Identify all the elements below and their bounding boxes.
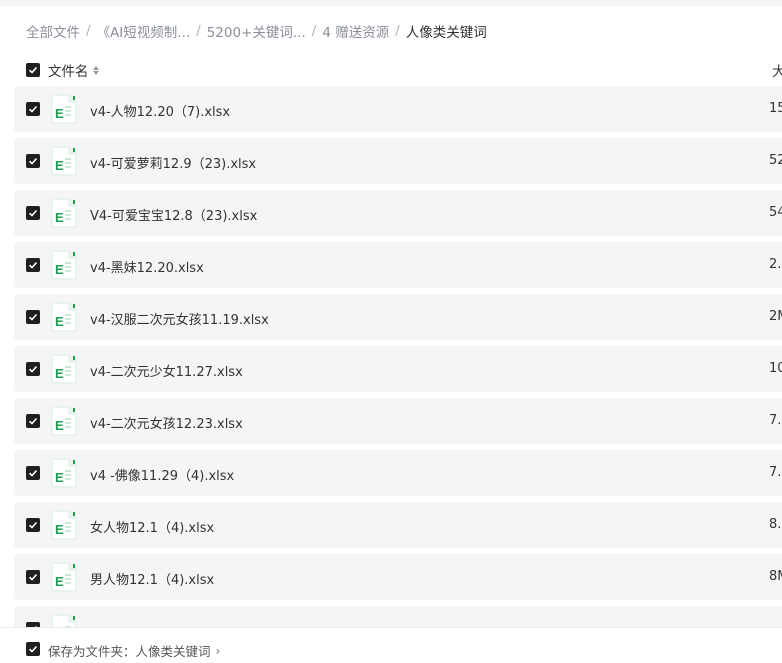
excel-file-icon: E — [51, 146, 77, 176]
size-column-header[interactable]: 大 — [772, 60, 782, 80]
breadcrumb-separator: / — [311, 23, 317, 39]
name-column-header[interactable]: 文件名 — [48, 60, 89, 80]
excel-file-icon: E — [51, 510, 77, 540]
file-name[interactable]: v4-人物12.20（7).xlsx — [90, 101, 230, 120]
excel-file-icon: E — [51, 406, 77, 436]
excel-file-icon: E — [51, 458, 77, 488]
check-icon — [28, 365, 38, 373]
footer-bar: 保存为文件夹：人像类关键词 › — [0, 627, 782, 663]
excel-file-icon: E — [51, 94, 77, 124]
check-icon — [28, 66, 38, 74]
file-checkbox[interactable] — [26, 258, 40, 272]
file-name[interactable]: 女人物12.1（4).xlsx — [90, 517, 214, 536]
chevron-right-icon: › — [215, 643, 221, 658]
breadcrumb-current: 人像类关键词 — [405, 25, 487, 41]
file-row[interactable]: E 男人物12.1（4).xlsx 8M — [14, 554, 782, 600]
check-icon — [28, 573, 38, 581]
file-size: 10 — [769, 361, 782, 376]
select-all-checkbox[interactable] — [26, 63, 40, 77]
file-size: 15 — [769, 101, 782, 116]
breadcrumb-item-keywords[interactable]: 5200+关键词... — [207, 21, 306, 41]
file-row[interactable]: E V4-可爱宝宝12.8（23).xlsx 54 — [14, 190, 782, 236]
file-checkbox[interactable] — [26, 570, 40, 584]
file-row[interactable]: Ev4 -佛像11.29（4).xlsx 7.3 — [14, 450, 782, 496]
file-row[interactable]: Ev4-人物12.20（7).xlsx 15 — [14, 86, 782, 132]
svg-text:E: E — [55, 470, 64, 485]
check-icon — [28, 261, 38, 269]
breadcrumb-item-course[interactable]: 《AI短视频制... — [97, 21, 191, 41]
file-name[interactable]: 男人物12.1（4).xlsx — [90, 569, 214, 588]
list-header: 文件名 大 — [26, 60, 782, 80]
file-checkbox[interactable] — [26, 466, 40, 480]
excel-file-icon: E — [51, 562, 77, 592]
svg-text:E: E — [55, 158, 64, 173]
svg-text:E: E — [55, 210, 64, 225]
svg-text:E: E — [55, 366, 64, 381]
excel-file-icon: E — [51, 354, 77, 384]
file-size: 8.9 — [769, 517, 782, 532]
breadcrumb-separator: / — [86, 23, 91, 39]
excel-file-icon: E — [51, 302, 77, 332]
check-icon — [28, 105, 38, 113]
file-checkbox[interactable] — [26, 310, 40, 324]
excel-file-icon: E — [51, 250, 77, 280]
file-row[interactable]: Ev4-二次元女孩12.23.xlsx 7.9 — [14, 398, 782, 444]
svg-text:E: E — [55, 106, 64, 121]
breadcrumb-item-bonus[interactable]: 4 赠送资源 — [322, 21, 389, 41]
file-name[interactable]: v4-二次元女孩12.23.xlsx — [90, 413, 243, 432]
save-as-folder-label: 保存为文件夹：人像类关键词 — [48, 644, 211, 659]
breadcrumb-item-all-files[interactable]: 全部文件 — [26, 21, 80, 41]
file-size: 2.2 — [769, 257, 782, 272]
file-name[interactable]: V4-可爱宝宝12.8（23).xlsx — [90, 205, 257, 224]
breadcrumb-separator: / — [395, 23, 400, 39]
file-name[interactable]: v4 -佛像11.29（4).xlsx — [90, 465, 234, 484]
check-icon — [28, 417, 38, 425]
file-row[interactable]: Ev4-可爱萝莉12.9（23).xlsx 52 — [14, 138, 782, 184]
file-row[interactable]: Ev4-汉服二次元女孩11.19.xlsx 2M — [14, 294, 782, 340]
top-strip — [0, 0, 782, 6]
save-as-folder[interactable]: 保存为文件夹：人像类关键词 › — [48, 641, 220, 660]
svg-text:E: E — [55, 418, 64, 433]
file-name[interactable]: v4-可爱萝莉12.9（23).xlsx — [90, 153, 256, 172]
excel-file-icon: E — [51, 198, 77, 228]
file-size: 54 — [769, 205, 782, 220]
sort-icon[interactable] — [92, 65, 99, 75]
file-row[interactable]: Ev4-二次元少女11.27.xlsx 10 — [14, 346, 782, 392]
file-checkbox[interactable] — [26, 518, 40, 532]
check-icon — [28, 469, 38, 477]
svg-text:E: E — [55, 314, 64, 329]
file-checkbox[interactable] — [26, 154, 40, 168]
file-size: 2M — [769, 309, 782, 324]
file-checkbox[interactable] — [26, 414, 40, 428]
file-checkbox[interactable] — [26, 102, 40, 116]
file-checkbox[interactable] — [26, 362, 40, 376]
check-icon — [28, 521, 38, 529]
save-folder-checkbox[interactable] — [26, 642, 40, 656]
svg-text:E: E — [55, 522, 64, 537]
file-name[interactable]: v4-汉服二次元女孩11.19.xlsx — [90, 309, 269, 328]
file-name[interactable]: v4-二次元少女11.27.xlsx — [90, 361, 243, 380]
check-icon — [28, 209, 38, 217]
svg-text:E: E — [55, 262, 64, 277]
breadcrumb-separator: / — [196, 23, 201, 39]
check-icon — [28, 645, 38, 653]
breadcrumb: 全部文件 / 《AI短视频制... / 5200+关键词... / 4 赠送资源… — [26, 20, 487, 42]
file-name[interactable]: v4-黑妹12.20.xlsx — [90, 257, 204, 276]
file-size: 8M — [769, 569, 782, 584]
check-icon — [28, 157, 38, 165]
file-row[interactable]: E 女人物12.1（4).xlsx 8.9 — [14, 502, 782, 548]
svg-text:E: E — [55, 574, 64, 589]
file-size: 7.9 — [769, 413, 782, 428]
file-checkbox[interactable] — [26, 206, 40, 220]
file-row[interactable]: Ev4-黑妹12.20.xlsx 2.2 — [14, 242, 782, 288]
check-icon — [28, 313, 38, 321]
file-size: 7.3 — [769, 465, 782, 480]
file-size: 52 — [769, 153, 782, 168]
